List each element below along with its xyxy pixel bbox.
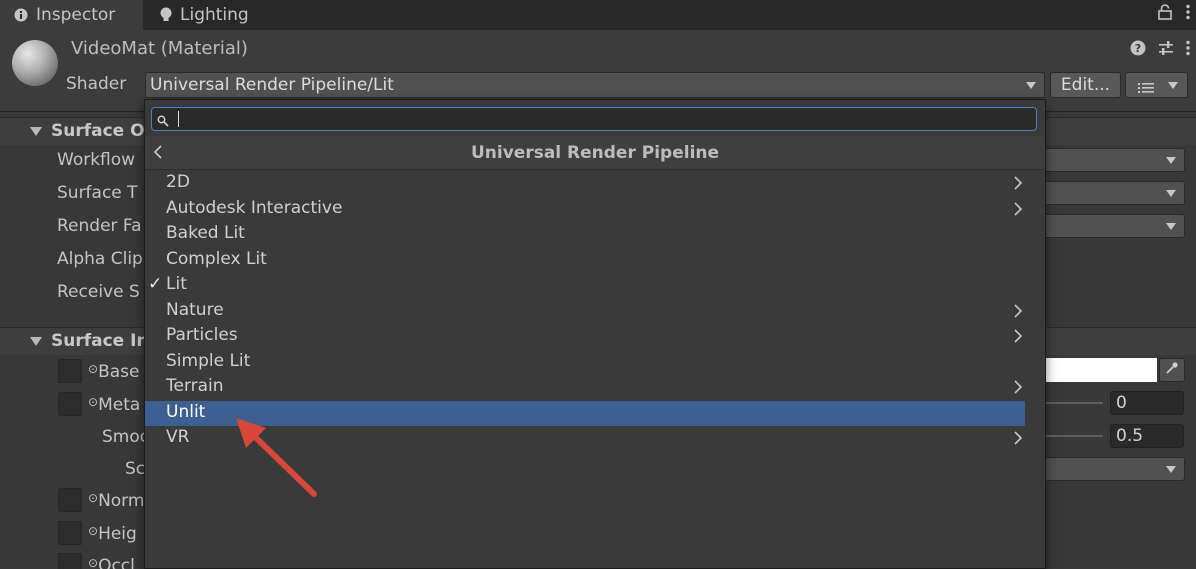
- target-icon[interactable]: ⊙: [88, 556, 98, 569]
- height-map-label: ⊙Heig: [88, 524, 137, 544]
- shader-menu-item[interactable]: Unlit: [145, 400, 1025, 426]
- popup-title: Universal Render Pipeline: [470, 143, 720, 163]
- shader-selector-popup: Universal Render Pipeline 2D Autodesk Int…: [144, 99, 1046, 569]
- render-face-dropdown[interactable]: [1045, 214, 1185, 238]
- chevron-down-icon: [1168, 82, 1178, 89]
- render-face-label: Render Fa: [57, 216, 142, 236]
- shader-menu-item-label: Particles: [166, 325, 238, 345]
- chevron-down-icon: [1166, 466, 1176, 473]
- shader-menu-item-label: 2D: [166, 172, 190, 192]
- shader-menu-item[interactable]: VR: [145, 426, 1025, 451]
- shader-menu-item[interactable]: Nature: [145, 299, 1025, 324]
- shader-menu-item[interactable]: Particles: [145, 324, 1025, 349]
- search-icon: [157, 112, 169, 132]
- shader-menu-item[interactable]: Autodesk Interactive: [145, 197, 1025, 222]
- chevron-right-icon: [1013, 328, 1023, 348]
- list-icon: [1138, 79, 1156, 99]
- edit-shader-button[interactable]: Edit...: [1050, 72, 1121, 98]
- chevron-right-icon: [1013, 175, 1023, 195]
- shader-menu-item-label: Baked Lit: [166, 223, 245, 243]
- target-icon[interactable]: ⊙: [88, 491, 98, 505]
- help-icon[interactable]: ?: [1130, 40, 1146, 61]
- base-map-slot[interactable]: [58, 359, 82, 383]
- shader-menu-item-label: Complex Lit: [166, 248, 267, 269]
- normal-map-label: ⊙Norm: [88, 491, 145, 511]
- lock-icon[interactable]: [1158, 4, 1172, 25]
- tab-lighting[interactable]: Lighting: [146, 0, 263, 30]
- eyedropper-button[interactable]: [1159, 358, 1185, 382]
- shader-menu-item[interactable]: 2D: [145, 171, 1025, 196]
- shader-menu-item[interactable]: Simple Lit: [145, 350, 1025, 375]
- text-cursor: [178, 111, 179, 127]
- popup-header: Universal Render Pipeline: [145, 136, 1045, 170]
- shader-menu-item-label: Terrain: [166, 376, 224, 396]
- base-map-label: ⊙Base: [88, 362, 140, 382]
- shader-dropdown-value: Universal Render Pipeline/Lit: [150, 75, 394, 95]
- chevron-right-icon: [1013, 379, 1023, 399]
- shader-label: Shader: [66, 74, 127, 94]
- tab-bar: Inspector Lighting: [0, 0, 1196, 30]
- checkmark-icon: ✓: [148, 274, 163, 294]
- material-preview-sphere: [12, 40, 58, 86]
- receive-shadows-label: Receive S: [57, 282, 140, 302]
- shader-menu-item[interactable]: Baked Lit: [145, 222, 1025, 247]
- chevron-down-icon: [1166, 157, 1176, 164]
- more-options-icon[interactable]: [1186, 4, 1190, 25]
- shader-menu-item-label: Simple Lit: [166, 350, 251, 371]
- tab-inspector-label: Inspector: [36, 5, 116, 25]
- workflow-label: Workflow: [57, 150, 136, 170]
- shader-menu-item-label: Nature: [166, 299, 224, 320]
- occlusion-map-label: ⊙Occl: [88, 556, 135, 569]
- chevron-down-icon: [1166, 223, 1176, 230]
- occlusion-map-slot[interactable]: [58, 553, 82, 569]
- preset-sliders-icon[interactable]: [1158, 40, 1174, 61]
- chevron-down-icon: [1026, 82, 1036, 89]
- section-title: Surface In: [51, 331, 149, 351]
- metallic-slider[interactable]: [1045, 402, 1103, 404]
- shader-options-button[interactable]: [1125, 72, 1188, 98]
- height-map-slot[interactable]: [58, 521, 82, 545]
- svg-text:?: ?: [1135, 42, 1141, 55]
- tab-inspector[interactable]: Inspector: [0, 0, 143, 30]
- chevron-right-icon: [1013, 201, 1023, 221]
- normal-map-slot[interactable]: [58, 488, 82, 512]
- shader-menu-item[interactable]: Terrain: [145, 375, 1025, 400]
- base-color-swatch[interactable]: [1045, 358, 1157, 382]
- metallic-map-label: ⊙Meta: [88, 395, 141, 415]
- smoothness-value-field[interactable]: 0.5: [1110, 424, 1184, 448]
- metallic-value-field[interactable]: 0: [1110, 391, 1184, 415]
- foldout-triangle-icon: [30, 337, 42, 346]
- tab-lighting-label: Lighting: [180, 5, 249, 25]
- target-icon[interactable]: ⊙: [88, 524, 98, 538]
- lightbulb-icon: [160, 7, 172, 23]
- surface-type-label: Surface T: [57, 183, 138, 203]
- shader-menu-item[interactable]: ✓ Lit: [145, 273, 1025, 298]
- smoothness-label: Smoo: [102, 427, 151, 447]
- shader-menu-item-label: Autodesk Interactive: [166, 197, 343, 218]
- metallic-map-slot[interactable]: [58, 392, 82, 416]
- shader-menu-item-label: Lit: [166, 274, 187, 294]
- surface-type-dropdown[interactable]: [1045, 181, 1185, 205]
- material-title: VideoMat (Material): [71, 38, 248, 59]
- smoothness-source-dropdown[interactable]: [1045, 457, 1185, 481]
- info-icon: [14, 8, 28, 22]
- smoothness-slider[interactable]: [1045, 435, 1103, 437]
- target-icon[interactable]: ⊙: [88, 395, 98, 409]
- chevron-right-icon: [1013, 430, 1023, 450]
- source-label: Sc: [125, 459, 146, 479]
- shader-menu-item-label: Unlit: [166, 401, 206, 422]
- foldout-triangle-icon: [30, 127, 42, 136]
- shader-dropdown[interactable]: Universal Render Pipeline/Lit: [145, 72, 1045, 98]
- more-options-icon[interactable]: [1186, 40, 1190, 61]
- search-field[interactable]: [151, 107, 1037, 131]
- shader-menu-item-label: VR: [166, 427, 190, 447]
- workflow-dropdown[interactable]: [1045, 148, 1185, 172]
- chevron-down-icon: [1166, 190, 1176, 197]
- target-icon[interactable]: ⊙: [88, 362, 98, 376]
- chevron-right-icon: [1013, 303, 1023, 323]
- shader-menu-item[interactable]: Complex Lit: [145, 248, 1025, 273]
- section-title: Surface O: [51, 121, 145, 141]
- eyedropper-icon: [1165, 360, 1179, 380]
- alpha-clipping-label: Alpha Clip: [57, 249, 143, 269]
